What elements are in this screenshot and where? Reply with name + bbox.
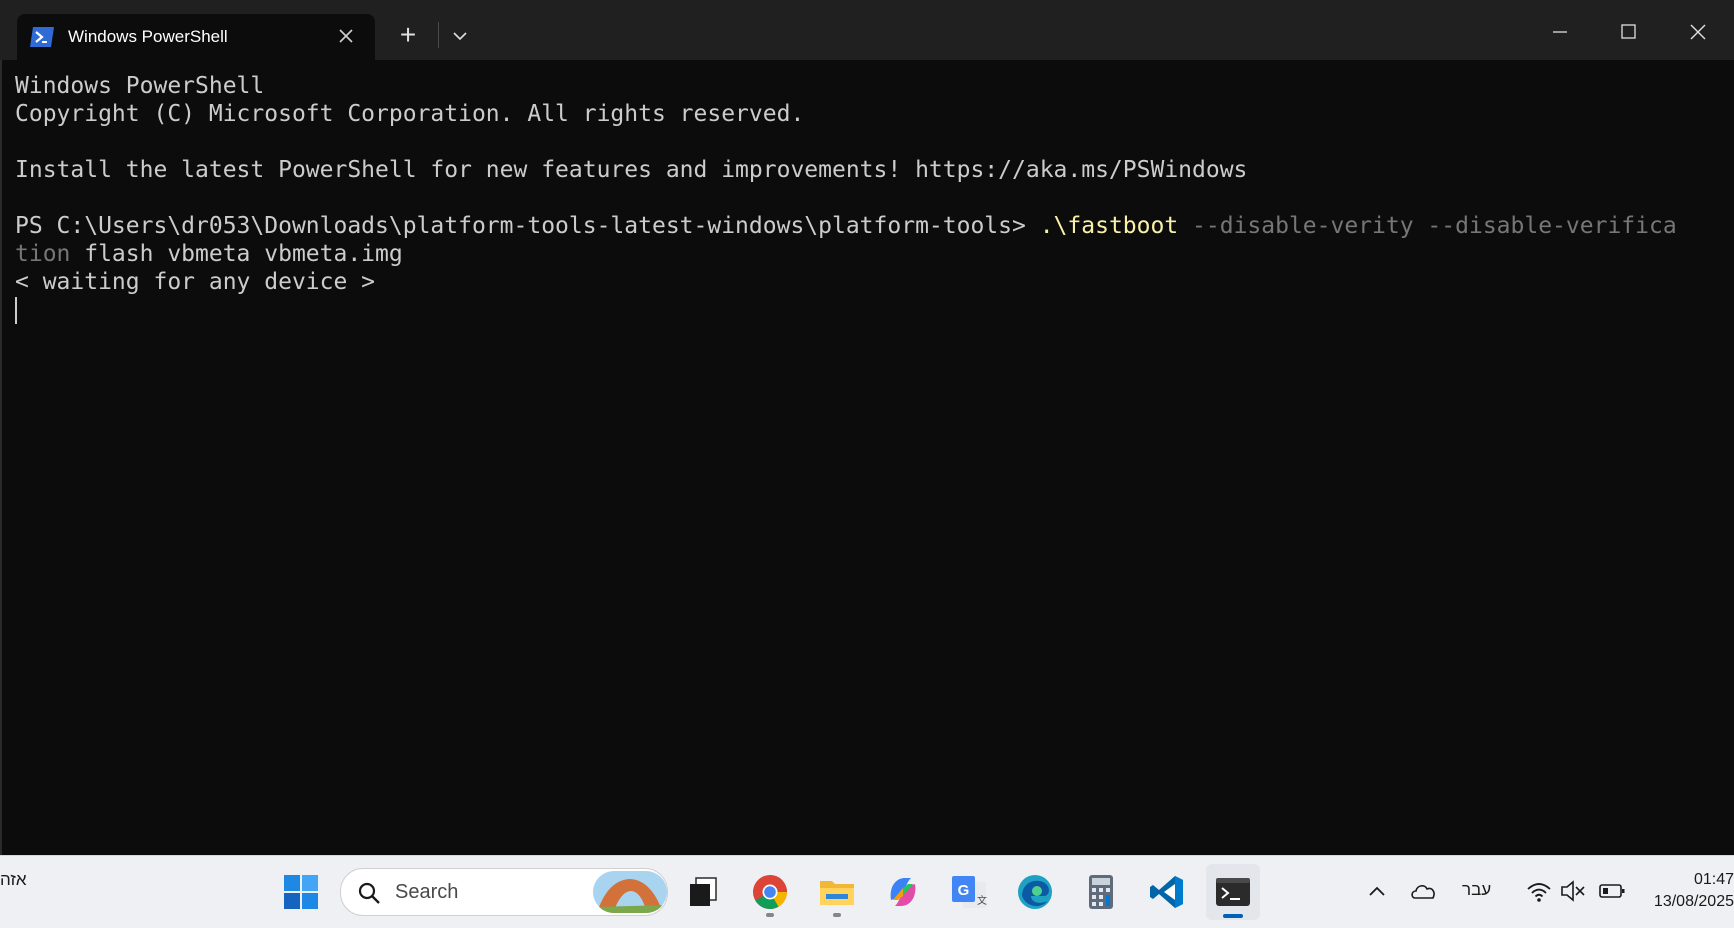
- widgets-label[interactable]: אזה: [0, 870, 27, 890]
- tab-separator: [438, 22, 439, 48]
- copilot-app[interactable]: [876, 864, 930, 920]
- search-highlight-image: [593, 871, 667, 913]
- text-cursor: [15, 297, 17, 324]
- running-indicator: [766, 913, 774, 917]
- search-icon: [358, 882, 380, 904]
- clock-date: 13/08/2025: [1653, 893, 1734, 910]
- minimize-icon: [1553, 31, 1567, 33]
- svg-text:G: G: [958, 882, 970, 899]
- chevron-up-icon: [1369, 886, 1385, 896]
- terminal-app[interactable]: [1206, 864, 1260, 920]
- status-output: < waiting for any device >: [15, 269, 376, 295]
- file-explorer-app[interactable]: [810, 864, 864, 920]
- minimize-button[interactable]: [1536, 10, 1584, 54]
- active-indicator: [1223, 914, 1243, 918]
- maximize-icon: [1621, 24, 1636, 39]
- chrome-app[interactable]: [743, 864, 797, 920]
- task-view-button[interactable]: [676, 864, 730, 920]
- calculator-icon: [1089, 875, 1113, 909]
- title-bar: Windows PowerShell +: [0, 0, 1734, 60]
- close-tab-button[interactable]: [333, 24, 359, 50]
- volume-button[interactable]: [1560, 876, 1586, 906]
- windows-start-icon: [284, 875, 318, 909]
- show-hidden-icons-button[interactable]: [1366, 876, 1388, 906]
- edge-icon: [1018, 875, 1052, 909]
- tab-dropdown-button[interactable]: [442, 18, 478, 54]
- terminal-line: Install the latest PowerShell for new fe…: [15, 157, 1248, 183]
- terminal-line: Copyright (C) Microsoft Corporation. All…: [15, 101, 805, 127]
- onedrive-button[interactable]: [1410, 876, 1438, 906]
- close-icon: [339, 29, 353, 43]
- edge-app[interactable]: [1008, 864, 1062, 920]
- copilot-icon: [890, 878, 916, 906]
- chrome-icon: [753, 875, 787, 909]
- wifi-icon: [1527, 883, 1551, 902]
- maximize-button[interactable]: [1604, 10, 1652, 54]
- svg-text:文: 文: [977, 894, 987, 907]
- task-view-icon: [690, 877, 717, 906]
- google-translate-icon: G 文: [952, 876, 987, 908]
- battery-button[interactable]: [1598, 876, 1626, 906]
- command-line-wrapped: tion flash vbmeta vbmeta.img: [15, 240, 403, 268]
- scrollbar[interactable]: [1726, 60, 1734, 855]
- taskbar: אזה Search G 文 עבר 01:47 13/08/2025: [0, 855, 1734, 928]
- start-button[interactable]: [274, 864, 328, 920]
- terminal-output[interactable]: Windows PowerShell Copyright (C) Microso…: [0, 60, 1734, 855]
- command-name: .\fastboot: [1039, 213, 1179, 239]
- terminal-icon: [1216, 878, 1250, 906]
- command-params-cont: tion: [15, 241, 71, 267]
- onedrive-icon: [1411, 885, 1435, 899]
- terminal-line: Windows PowerShell: [15, 73, 265, 99]
- battery-icon: [1599, 884, 1625, 898]
- command-line: PS C:\Users\dr053\Downloads\platform-too…: [15, 212, 1677, 240]
- close-icon: [1690, 24, 1706, 40]
- tab-windows-powershell[interactable]: Windows PowerShell: [17, 14, 375, 60]
- clock-time: 01:47: [1693, 871, 1734, 888]
- vscode-icon: [1150, 876, 1183, 908]
- chevron-down-icon: [453, 32, 467, 41]
- wifi-button[interactable]: [1526, 876, 1552, 906]
- system-clock[interactable]: 01:47 13/08/2025: [1642, 869, 1734, 913]
- calculator-app[interactable]: [1074, 864, 1128, 920]
- running-indicator: [833, 913, 841, 917]
- vscode-app[interactable]: [1140, 864, 1194, 920]
- volume-muted-icon: [1561, 880, 1585, 902]
- prompt: PS C:\Users\dr053\Downloads\platform-too…: [15, 213, 1040, 239]
- command-args: flash vbmeta vbmeta.img: [70, 241, 403, 267]
- taskbar-search[interactable]: Search: [340, 868, 668, 916]
- powershell-icon: [29, 26, 55, 48]
- google-translate-app[interactable]: G 文: [942, 864, 996, 920]
- tab-title: Windows PowerShell: [68, 27, 228, 46]
- new-tab-button[interactable]: +: [390, 18, 426, 54]
- command-params: --disable-verity --disable-verifica: [1178, 213, 1677, 239]
- window-close-button[interactable]: [1674, 10, 1722, 54]
- search-placeholder: Search: [395, 881, 459, 903]
- file-explorer-icon: [820, 881, 854, 905]
- input-language[interactable]: עבר: [1462, 880, 1491, 910]
